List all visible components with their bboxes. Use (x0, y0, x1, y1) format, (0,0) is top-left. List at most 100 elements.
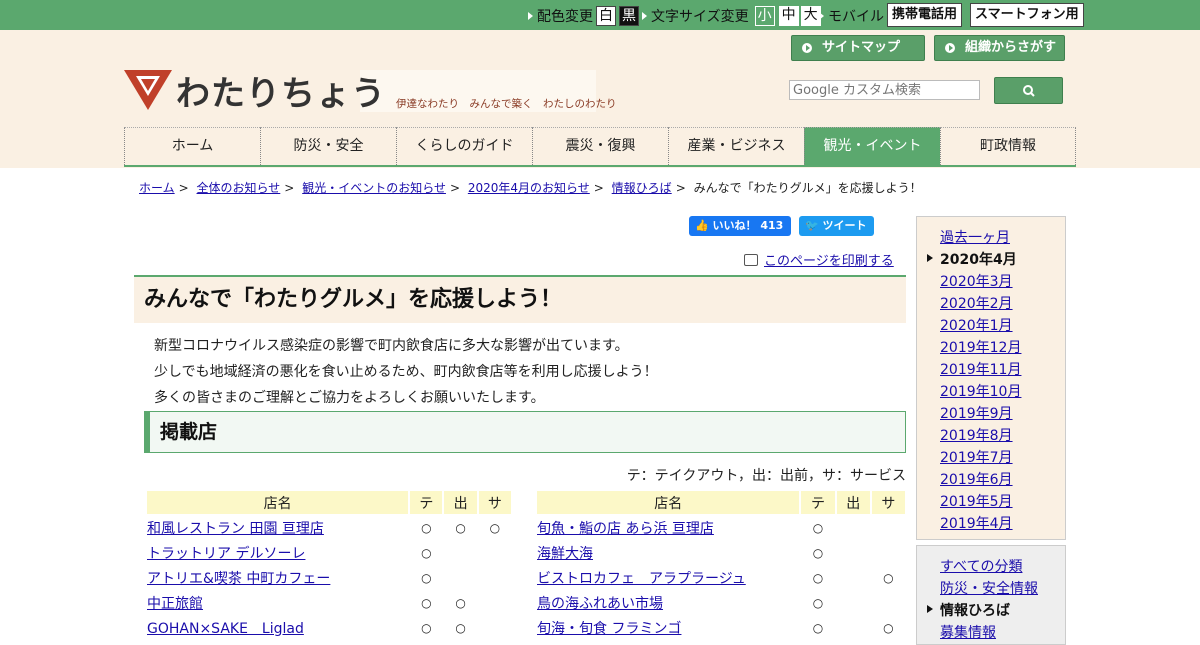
sidebar-month-link[interactable]: 2020年3月 (940, 274, 1013, 290)
sidebar-month-link[interactable]: 2019年5月 (940, 494, 1013, 510)
font-size-medium-button[interactable]: 中 (778, 6, 799, 26)
font-size-large-button[interactable]: 大 (800, 6, 821, 26)
sitemap-button[interactable]: サイトマップ (791, 35, 925, 61)
sidebar-month-link[interactable]: 2020年1月 (940, 318, 1013, 334)
breadcrumb-tourism-news[interactable]: 観光・イベントのお知らせ (302, 181, 446, 195)
font-size-group: 文字サイズ変更 小 中 大 (642, 6, 821, 26)
color-white-button[interactable]: 白 (596, 6, 616, 26)
site-header: わたりちょう 伊達なわたり みんなで築く わたしのわたり サイトマップ 組織から… (0, 30, 1200, 168)
print-page-link[interactable]: このページを印刷する (744, 250, 894, 269)
sidebar-item-month: 2020年3月 (940, 271, 1013, 291)
shop-link[interactable]: トラットリア デルソーレ (147, 546, 305, 562)
sidebar-month-link[interactable]: 2019年9月 (940, 406, 1013, 422)
table-row: ビストロカフェ アラプラージュ ○ ○ (537, 566, 905, 589)
shop-link[interactable]: ビストロカフェ アラプラージュ (537, 571, 746, 587)
shop-link[interactable]: 和風レストラン 田園 亘理店 (147, 521, 324, 537)
section-heading: 掲載店 (144, 411, 906, 453)
service-mark: ○ (883, 570, 894, 585)
org-search-button[interactable]: 組織からさがす (934, 35, 1065, 61)
nav-home[interactable]: ホーム (124, 127, 260, 165)
delivery-mark: ○ (455, 595, 466, 610)
breadcrumb-home[interactable]: ホーム (139, 181, 175, 195)
shop-table-right: 店名 テ 出 サ 旬魚・鮨の店 あら浜 亘理店 ○ 海鮮大海 ○ ビストロカフェ… (535, 489, 907, 641)
column-header-service: サ (871, 491, 905, 514)
nav-living-guide[interactable]: くらしのガイド (396, 127, 532, 165)
nav-tourism-events[interactable]: 観光・イベント (804, 127, 940, 165)
sidebar-item-category-current: 情報ひろば (927, 600, 1010, 620)
service-mark: ○ (489, 520, 501, 535)
nav-industry-business[interactable]: 産業・ビジネス (668, 127, 804, 165)
facebook-like-button[interactable]: 👍 いいね！ 413 (689, 216, 791, 236)
takeout-mark: ○ (812, 620, 824, 635)
search-input[interactable] (789, 80, 980, 100)
nav-recovery[interactable]: 震災・復興 (532, 127, 668, 165)
service-mark (872, 516, 905, 539)
breadcrumb-all-news[interactable]: 全体のお知らせ (197, 181, 281, 195)
breadcrumb-info-plaza[interactable]: 情報ひろば (612, 181, 672, 195)
table-row: 和風レストラン 田園 亘理店 ○ ○ ○ (147, 516, 511, 539)
town-logo-icon (124, 70, 172, 110)
sidebar-item-month: 2020年2月 (940, 293, 1013, 313)
sidebar-category-link[interactable]: 募集情報 (940, 625, 996, 641)
sidebar-item-month: 2019年11月 (940, 359, 1021, 379)
shop-link[interactable]: 旬魚・鮨の店 あら浜 亘理店 (537, 521, 714, 537)
column-header-delivery: 出 (836, 491, 870, 514)
nav-disaster-safety[interactable]: 防災・安全 (260, 127, 396, 165)
arrow-icon (819, 12, 824, 20)
logo-text: わたりちょう (176, 74, 386, 114)
shop-link[interactable]: 海鮮大海 (537, 546, 593, 562)
sidebar-month-link[interactable]: 2019年10月 (940, 384, 1021, 400)
font-size-small-button[interactable]: 小 (754, 6, 775, 26)
nav-town-admin[interactable]: 町政情報 (940, 127, 1076, 165)
service-mark (872, 591, 905, 614)
search-button[interactable] (994, 77, 1063, 104)
shop-link[interactable]: 鳥の海ふれあい市場 (537, 596, 663, 612)
sidebar-item-category: 募集情報 (940, 622, 996, 642)
sidebar-month-link[interactable]: 2020年2月 (940, 296, 1013, 312)
column-header-name: 店名 (147, 491, 409, 514)
shop-link[interactable]: 中正旅館 (147, 596, 203, 612)
color-change-label: 配色変更 (537, 9, 593, 25)
page-title: みんなで「わたりグルメ」を応援しよう！ (134, 275, 906, 323)
sidebar-item-month: 2019年10月 (940, 381, 1021, 401)
takeout-mark: ○ (812, 545, 824, 560)
breadcrumb-current: みんなで「わたりグルメ」を応援しよう！ (693, 181, 922, 195)
sidebar-item-month: 2019年7月 (940, 447, 1013, 467)
column-header-takeout: テ (801, 491, 835, 514)
table-row: 旬魚・鮨の店 あら浜 亘理店 ○ (537, 516, 905, 539)
shop-link[interactable]: 旬海・旬食 フラミンゴ (537, 621, 681, 637)
column-header-delivery: 出 (444, 491, 477, 514)
sidebar-item-month: 2020年1月 (940, 315, 1013, 335)
table-row: 中正旅館 ○ ○ (147, 591, 511, 614)
service-mark: ○ (883, 620, 894, 635)
sidebar-month-link[interactable]: 2019年12月 (940, 340, 1021, 356)
takeout-mark: ○ (812, 595, 824, 610)
sidebar-category-link[interactable]: 防災・安全情報 (940, 581, 1038, 597)
shop-link[interactable]: GOHAN×SAKE Liglad (147, 621, 304, 637)
service-mark (479, 566, 511, 589)
sidebar-month-link[interactable]: 2019年7月 (940, 450, 1013, 466)
delivery-mark: ○ (455, 520, 466, 535)
table-row: 海鮮大海 ○ (537, 541, 905, 564)
column-header-name: 店名 (537, 491, 800, 514)
site-logo[interactable]: わたりちょう 伊達なわたり みんなで築く わたしのわたり (124, 70, 617, 114)
sidebar-month-link[interactable]: 2019年4月 (940, 516, 1013, 532)
tweet-button[interactable]: 🐦 ツイート (799, 216, 874, 236)
color-change-group: 配色変更 白 黒 (528, 6, 639, 26)
feature-phone-button[interactable]: 携帯電話用 (887, 3, 963, 27)
sidebar-category-link[interactable]: すべての分類 (940, 559, 1022, 575)
breadcrumb-april-news[interactable]: 2020年4月のお知らせ (468, 181, 590, 195)
sidebar-month-link[interactable]: 2019年11月 (940, 362, 1021, 378)
sidebar-month-link[interactable]: 2019年6月 (940, 472, 1013, 488)
color-black-button[interactable]: 黒 (619, 6, 639, 26)
shop-link[interactable]: アトリエ&喫茶 中町カフェー (147, 571, 330, 587)
sidebar-month-link[interactable]: 過去一ヶ月 (940, 230, 1010, 246)
thumbs-up-icon: 👍 (695, 219, 709, 232)
intro-paragraph: 新型コロナウイルス感染症の影響で町内飲食店に多大な影響が出ています。 (154, 338, 629, 354)
smartphone-button[interactable]: スマートフォン用 (970, 3, 1084, 27)
sidebar-month-link[interactable]: 2019年8月 (940, 428, 1013, 444)
arrow-icon (528, 12, 533, 20)
mobile-group: モバイル (819, 6, 884, 26)
column-header-takeout: テ (410, 491, 443, 514)
logo-tagline: 伊達なわたり みんなで築く わたしのわたり (396, 98, 617, 110)
